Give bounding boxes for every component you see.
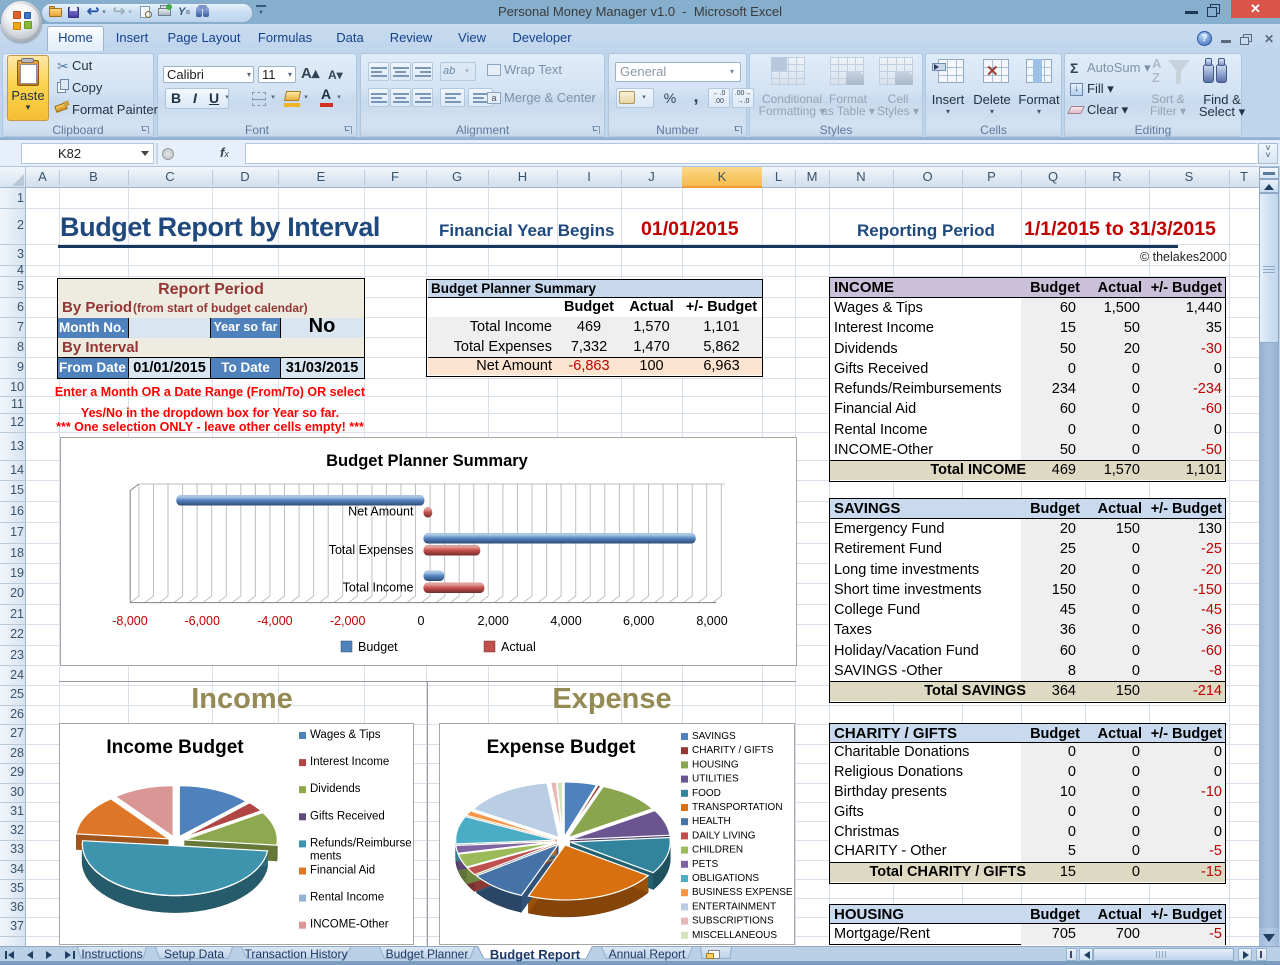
svg-text:Expense Budget: Expense Budget xyxy=(487,737,637,758)
svg-text:HOUSING: HOUSING xyxy=(692,759,739,770)
svg-text:Refunds/Reimburse: Refunds/Reimburse xyxy=(310,837,412,849)
svg-text:UTILITIES: UTILITIES xyxy=(692,774,739,785)
svg-text:PETS: PETS xyxy=(692,859,718,870)
svg-text:4,000: 4,000 xyxy=(550,614,581,628)
svg-text:TRANSPORTATION: TRANSPORTATION xyxy=(692,802,783,813)
svg-text:6,000: 6,000 xyxy=(623,614,654,628)
svg-text:Actual: Actual xyxy=(501,640,536,654)
svg-text:Rental Income: Rental Income xyxy=(310,892,384,904)
svg-text:Financial Aid: Financial Aid xyxy=(310,865,375,877)
svg-text:ENTERTAINMENT: ENTERTAINMENT xyxy=(692,901,776,912)
svg-text:HEALTH: HEALTH xyxy=(692,816,731,827)
svg-text:DAILY LIVING: DAILY LIVING xyxy=(692,830,756,841)
svg-text:SUBSCRIPTIONS: SUBSCRIPTIONS xyxy=(692,916,774,927)
svg-text:Dividends: Dividends xyxy=(310,783,361,795)
svg-text:8,000: 8,000 xyxy=(696,614,727,628)
svg-text:MISCELLANEOUS: MISCELLANEOUS xyxy=(692,930,777,941)
svg-text:CHARITY / GIFTS: CHARITY / GIFTS xyxy=(692,745,774,756)
svg-text:Gifts Received: Gifts Received xyxy=(310,810,385,822)
svg-text:ments: ments xyxy=(310,850,342,862)
svg-text:OBLIGATIONS: OBLIGATIONS xyxy=(692,873,759,884)
svg-text:FOOD: FOOD xyxy=(692,788,721,799)
svg-text:-4,000: -4,000 xyxy=(257,614,292,628)
svg-text:Income Budget: Income Budget xyxy=(106,737,244,758)
svg-text:Budget Planner Summary: Budget Planner Summary xyxy=(326,452,529,470)
svg-text:Net Amount: Net Amount xyxy=(348,505,414,519)
svg-text:Total Expenses: Total Expenses xyxy=(328,543,413,557)
svg-text:Interest Income: Interest Income xyxy=(310,756,389,768)
svg-text:-8,000: -8,000 xyxy=(112,614,147,628)
svg-text:Total Income: Total Income xyxy=(342,581,413,595)
svg-text:BUSINESS EXPENSE: BUSINESS EXPENSE xyxy=(692,887,793,898)
svg-text:-2,000: -2,000 xyxy=(329,614,364,628)
svg-text:Wages & Tips: Wages & Tips xyxy=(310,729,381,741)
svg-text:SAVINGS: SAVINGS xyxy=(692,731,736,742)
svg-text:INCOME-Other: INCOME-Other xyxy=(310,919,389,931)
svg-text:0: 0 xyxy=(417,614,424,628)
svg-text:-6,000: -6,000 xyxy=(184,614,219,628)
svg-text:CHILDREN: CHILDREN xyxy=(692,845,743,856)
svg-text:2,000: 2,000 xyxy=(477,614,508,628)
svg-text:Budget: Budget xyxy=(358,640,398,654)
